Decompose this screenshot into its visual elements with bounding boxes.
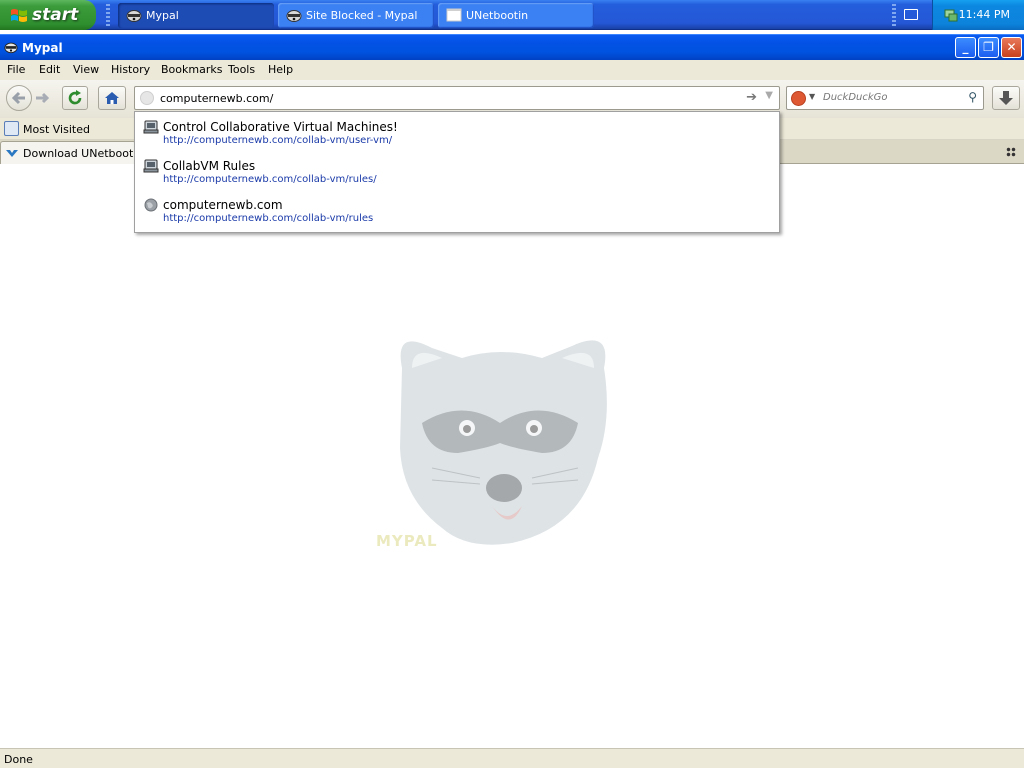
engine-dropdown-icon[interactable]: ▼ xyxy=(809,92,815,101)
windows-flag-icon xyxy=(11,9,27,22)
reload-icon xyxy=(68,90,82,105)
autocomplete-url: http://computernewb.com/collab-vm/rules/ xyxy=(163,174,377,185)
search-icon[interactable]: ⚲ xyxy=(968,90,977,104)
start-button[interactable]: start xyxy=(0,0,96,30)
vm-icon xyxy=(143,120,159,134)
autocomplete-title: Control Collaborative Virtual Machines! xyxy=(163,120,398,134)
history-dropdown-icon[interactable]: ▼ xyxy=(765,90,773,101)
bookmark-most-visited[interactable]: Most Visited xyxy=(23,123,90,136)
home-button[interactable] xyxy=(98,86,126,110)
window-titlebar[interactable]: Mypal _ ❐ ✕ xyxy=(0,34,1024,60)
start-label: start xyxy=(32,5,79,25)
status-bar: Done xyxy=(0,748,1024,768)
search-input[interactable]: DuckDuckGo xyxy=(823,92,888,103)
network-icon[interactable] xyxy=(943,7,959,23)
go-arrow-icon[interactable]: ➔ xyxy=(746,90,757,105)
menu-view[interactable]: View xyxy=(73,63,99,76)
tab-list-icon[interactable] xyxy=(1006,147,1016,157)
restore-button[interactable]: ❐ xyxy=(978,37,999,58)
autocomplete-item[interactable]: computernewb.com http://computernewb.com… xyxy=(135,190,779,229)
autocomplete-item[interactable]: CollabVM Rules http://computernewb.com/c… xyxy=(135,151,779,190)
menu-tools[interactable]: Tools xyxy=(228,63,255,76)
task-mypal[interactable]: Mypal xyxy=(118,3,274,28)
system-tray: 11:44 PM xyxy=(932,0,1024,30)
autocomplete-title: CollabVM Rules xyxy=(163,159,256,173)
close-icon: ✕ xyxy=(1006,40,1017,54)
url-autocomplete-popup: Control Collaborative Virtual Machines! … xyxy=(134,111,780,233)
window-title: Mypal xyxy=(22,41,63,55)
menu-help[interactable]: Help xyxy=(268,63,293,76)
back-arrow-icon xyxy=(11,91,25,105)
back-button[interactable] xyxy=(6,85,32,111)
download-arrow-icon xyxy=(999,91,1013,105)
duckduckgo-icon[interactable] xyxy=(791,91,806,106)
url-input[interactable]: computernewb.com/ xyxy=(160,92,273,105)
search-bar[interactable]: ▼ DuckDuckGo ⚲ xyxy=(786,86,984,110)
minimize-icon: _ xyxy=(962,40,969,54)
task-label: UNetbootin xyxy=(466,9,529,22)
tab-label: Download UNetbootin 3 xyxy=(23,147,135,160)
page-content: MYPAL xyxy=(0,164,1024,748)
task-unetbootin[interactable]: UNetbootin xyxy=(438,3,594,28)
menu-edit[interactable]: Edit xyxy=(39,63,60,76)
close-button[interactable]: ✕ xyxy=(1001,37,1022,58)
reload-button[interactable] xyxy=(62,86,88,110)
menu-bar: File Edit View History Bookmarks Tools H… xyxy=(0,60,1024,80)
forward-arrow-icon xyxy=(36,92,50,104)
task-site-blocked[interactable]: Site Blocked - Mypal xyxy=(278,3,434,28)
taskbar: start Mypal Site Blocked - Mypal UNetboo… xyxy=(0,0,1024,30)
task-label: Site Blocked - Mypal xyxy=(306,9,418,22)
restore-icon: ❐ xyxy=(983,40,994,54)
downloads-button[interactable] xyxy=(992,86,1020,110)
raccoon-icon xyxy=(286,10,302,22)
vm-icon xyxy=(143,159,159,173)
screen: start Mypal Site Blocked - Mypal UNetboo… xyxy=(0,0,1024,768)
home-icon xyxy=(105,92,119,104)
globe-icon xyxy=(144,198,158,212)
mypal-logo-text: MYPAL xyxy=(376,532,438,550)
url-bar[interactable]: computernewb.com/ ➔ ▼ xyxy=(134,86,780,110)
forward-button[interactable] xyxy=(32,86,56,110)
autocomplete-url: http://computernewb.com/collab-vm/user-v… xyxy=(163,135,393,146)
menu-history[interactable]: History xyxy=(111,63,150,76)
mypal-raccoon-logo xyxy=(400,340,607,545)
most-visited-icon xyxy=(4,121,19,136)
tray-grip xyxy=(892,4,896,26)
keyboard-icon[interactable] xyxy=(904,9,918,20)
raccoon-icon xyxy=(4,42,18,54)
autocomplete-item[interactable]: Control Collaborative Virtual Machines! … xyxy=(135,112,779,151)
quick-launch-grip xyxy=(106,4,110,26)
clock[interactable]: 11:44 PM xyxy=(959,8,1010,21)
raccoon-icon xyxy=(126,10,142,22)
page-favicon-icon xyxy=(140,91,154,105)
task-label: Mypal xyxy=(146,9,179,22)
autocomplete-title: computernewb.com xyxy=(163,198,283,212)
download-tab-icon xyxy=(6,150,18,157)
status-text: Done xyxy=(4,753,33,766)
autocomplete-url: http://computernewb.com/collab-vm/rules xyxy=(163,213,374,224)
menu-file[interactable]: File xyxy=(7,63,25,76)
window-icon xyxy=(446,8,462,22)
menu-bookmarks[interactable]: Bookmarks xyxy=(161,63,222,76)
tab-download-unetbootin[interactable]: Download UNetbootin 3 xyxy=(0,141,136,164)
minimize-button[interactable]: _ xyxy=(955,37,976,58)
